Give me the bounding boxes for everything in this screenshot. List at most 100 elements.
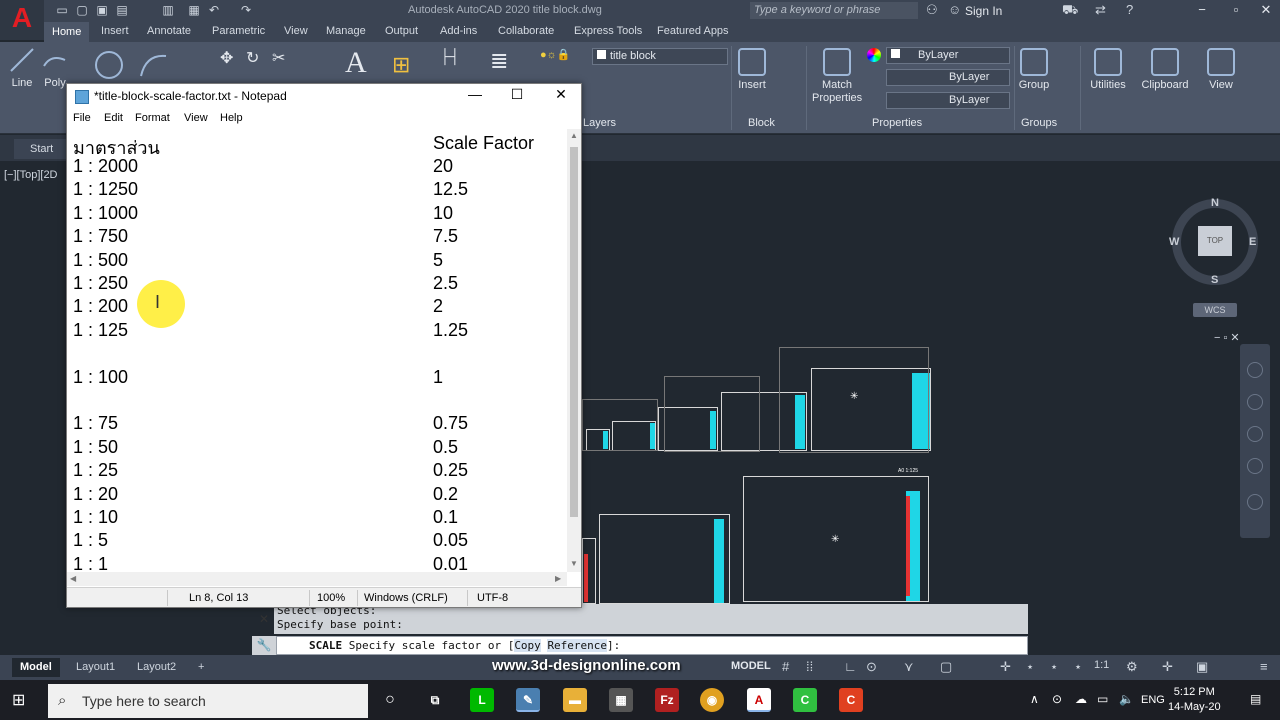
utilities-button[interactable]: Utilities (1084, 48, 1132, 91)
linetype-dropdown[interactable]: ByLayer (886, 69, 1010, 86)
annotation-monitor-icon[interactable]: ✛ (1162, 659, 1173, 675)
line-tool[interactable]: Line (4, 46, 40, 89)
menu-file[interactable]: File (73, 112, 91, 124)
showmotion-icon[interactable] (1247, 494, 1263, 510)
isodraft-icon[interactable]: ⋎ (904, 659, 914, 675)
notifications-icon[interactable]: ▤ (1250, 692, 1261, 706)
command-option-reference[interactable]: Reference (547, 639, 608, 652)
undo-icon[interactable]: ↶ (206, 3, 222, 17)
ortho-icon[interactable]: ∟ (844, 659, 857, 674)
print-icon[interactable]: ▦ (186, 3, 202, 17)
tab-express-tools[interactable]: Express Tools (574, 25, 642, 37)
scroll-left-icon[interactable]: ◀ (70, 574, 76, 583)
tab-manage[interactable]: Manage (326, 25, 366, 37)
file-tab-start[interactable]: Start (14, 139, 74, 159)
line-app-icon[interactable]: L (470, 688, 494, 712)
tab-home[interactable]: Home (44, 22, 90, 42)
layout-tab-model[interactable]: Model (12, 658, 60, 677)
layout-tab-layout2[interactable]: Layout2 (129, 658, 184, 677)
block-panel-label[interactable]: Block (748, 117, 775, 129)
compass-east[interactable]: E (1249, 236, 1256, 248)
command-input[interactable]: SCALE Specify scale factor or [Copy Refe… (276, 636, 1028, 655)
title-block-frame[interactable] (582, 399, 658, 451)
tab-annotate[interactable]: Annotate (147, 25, 191, 37)
clipboard-button[interactable]: Clipboard (1137, 48, 1193, 91)
compass-north[interactable]: N (1211, 197, 1219, 209)
sign-in-button[interactable]: Sign In (965, 4, 1002, 18)
title-block-frame[interactable] (599, 514, 730, 604)
microphone-icon[interactable]: ⊙ (1052, 692, 1062, 706)
help-icon[interactable]: ? (1126, 2, 1133, 17)
arc-icon[interactable] (138, 50, 168, 85)
clean-screen-icon[interactable]: ▣ (1196, 659, 1208, 675)
add-layout-icon[interactable]: + (190, 658, 212, 677)
filezilla-icon[interactable]: Fz (655, 688, 679, 712)
calculator-app-icon[interactable]: ▦ (609, 688, 633, 712)
tab-parametric[interactable]: Parametric (212, 25, 265, 37)
text-icon[interactable]: A (345, 46, 367, 80)
tray-expand-icon[interactable]: ∧ (1030, 692, 1039, 706)
new-icon[interactable]: ▭ (54, 3, 70, 17)
move-icon[interactable]: ✥ (220, 48, 233, 68)
command-close-icon[interactable]: ✕ (252, 612, 276, 632)
vertical-scrollbar[interactable]: ▲ ▼ (567, 129, 581, 572)
annotation-visibility-icon[interactable]: ⋆ (1050, 659, 1058, 675)
open-icon[interactable]: ▢ (74, 3, 90, 17)
notepad-titlebar[interactable]: *title-block-scale-factor.txt - Notepad … (67, 84, 581, 109)
circle-icon[interactable] (94, 50, 124, 85)
command-option-copy[interactable]: Copy (514, 639, 541, 652)
windows-start-icon[interactable]: ⊞ (12, 690, 32, 710)
volume-icon[interactable]: 🔈 (1119, 692, 1134, 706)
cortana-icon[interactable]: ○ (378, 688, 402, 712)
annotation-scale[interactable]: 1:1 (1094, 659, 1109, 671)
customization-icon[interactable]: ≡ (1260, 659, 1268, 674)
steering-wheel-icon[interactable] (1247, 362, 1263, 378)
horizontal-scrollbar[interactable]: ◀ ▶ (67, 572, 567, 586)
plot-icon[interactable]: ▥ (160, 3, 176, 17)
insert-button[interactable]: Insert (735, 48, 769, 91)
tab-insert[interactable]: Insert (101, 25, 129, 37)
minimize-icon[interactable]: − (1192, 2, 1212, 17)
viewport-window-controls[interactable]: − ▫ ✕ (1214, 331, 1240, 344)
menu-edit[interactable]: Edit (104, 112, 123, 124)
color-wheel-icon[interactable] (867, 48, 881, 62)
language-indicator[interactable]: ENG (1141, 694, 1165, 706)
linear-icon[interactable]: ├┤ (440, 48, 460, 64)
selection-cycling-icon[interactable]: ✛ (1000, 659, 1011, 675)
scroll-up-icon[interactable]: ▲ (570, 131, 578, 140)
menu-help[interactable]: Help (220, 112, 243, 124)
file-explorer-icon[interactable]: ▬ (563, 688, 587, 712)
taskbar-search-input[interactable]: ⌕ Type here to search (48, 684, 368, 718)
notepad-text-area[interactable]: มาตราส่วน Scale Factor 1 : 2000 20 1 : 125… (67, 129, 567, 572)
notepad-minimize-icon[interactable]: — (453, 86, 497, 106)
vertical-scroll-thumb[interactable] (570, 147, 578, 517)
viewcube-top-face[interactable]: TOP (1198, 226, 1232, 256)
network-icon[interactable]: ▭ (1097, 692, 1108, 706)
pan-icon[interactable] (1247, 394, 1263, 410)
task-view-icon[interactable]: ⧉ (423, 688, 447, 712)
save-as-icon[interactable]: ▤ (114, 3, 130, 17)
tab-featured-apps[interactable]: Featured Apps (657, 25, 729, 37)
autocad-logo[interactable]: A (0, 0, 44, 40)
polar-icon[interactable]: ⊙ (866, 659, 877, 675)
viewport-controls[interactable]: [−][Top][2D (4, 169, 58, 181)
model-space-button[interactable]: MODEL (731, 660, 771, 672)
chrome-icon[interactable]: ◉ (700, 688, 724, 712)
match-properties-button[interactable]: Match Properties (812, 48, 862, 105)
zoom-icon[interactable] (1247, 426, 1263, 442)
tab-view[interactable]: View (284, 25, 308, 37)
osnap-icon[interactable]: ▢ (940, 659, 952, 675)
view-button[interactable]: View (1200, 48, 1242, 91)
camtasia-icon[interactable]: C (793, 688, 817, 712)
layer-state-icons[interactable]: ●☼🔒 (540, 48, 570, 61)
layer-properties-icon[interactable]: ≣ (490, 48, 508, 74)
auto-scale-icon[interactable]: ⋆ (1074, 659, 1082, 675)
menu-view[interactable]: View (184, 112, 208, 124)
layer-dropdown[interactable]: title block (592, 48, 728, 65)
properties-panel-label[interactable]: Properties (872, 117, 922, 129)
layout-tab-layout1[interactable]: Layout1 (68, 658, 123, 677)
orbit-icon[interactable] (1247, 458, 1263, 474)
grid-icon[interactable]: # (782, 659, 789, 674)
trim-icon[interactable]: ✂ (272, 48, 285, 68)
binoculars-icon[interactable]: ⚇ (926, 2, 938, 18)
